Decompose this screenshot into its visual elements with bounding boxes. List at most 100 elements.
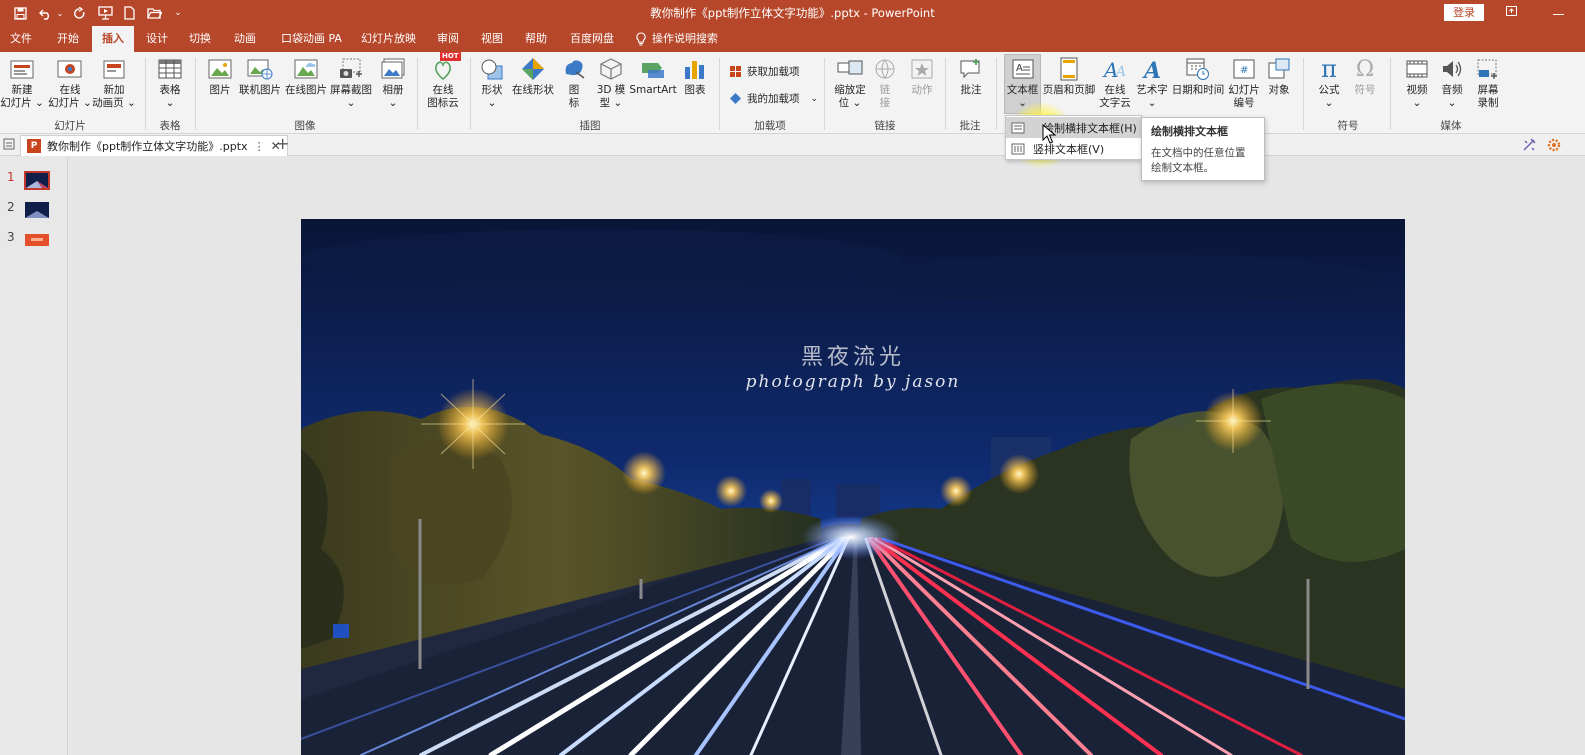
online-slides-button[interactable]: 在线 幻灯片 ⌄ — [48, 56, 92, 110]
new-animation-page-button[interactable]: 新加 动画页 ⌄ — [92, 56, 136, 110]
tab-file[interactable]: 文件 — [10, 26, 32, 52]
picture-button[interactable]: 图片 — [203, 56, 237, 97]
zoom-button[interactable]: 缩放定 位 ⌄ — [831, 56, 869, 110]
settings-gear-icon[interactable] — [1546, 137, 1562, 156]
wordart-button[interactable]: A 艺术字 ⌄ — [1134, 56, 1170, 110]
textbox-icon: A — [1010, 56, 1036, 82]
tab-view[interactable]: 视图 — [481, 26, 503, 52]
web-picture-button[interactable]: 在线图片 — [284, 56, 328, 97]
online-picture-button[interactable]: 联机图片 — [238, 56, 282, 97]
tab-pocket-animation[interactable]: 口袋动画 PA — [281, 26, 342, 52]
slide-thumbnail-2[interactable] — [25, 202, 49, 218]
picture-icon — [207, 56, 233, 82]
photo-album-icon — [380, 56, 406, 82]
table-button[interactable]: 表格 ⌄ — [152, 56, 188, 110]
svg-text:#: # — [1240, 65, 1248, 76]
tab-review[interactable]: 审阅 — [437, 26, 459, 52]
online-picture-icon — [247, 56, 273, 82]
tab-animations[interactable]: 动画 — [234, 26, 256, 52]
powerpoint-file-icon: P — [27, 139, 41, 153]
slide-thumbnail-pane: 1 2 3 — [0, 156, 68, 755]
slide-number-button[interactable]: # 幻灯片 编号 — [1227, 56, 1261, 110]
new-tab-icon[interactable]: + — [276, 135, 289, 153]
tab-home[interactable]: 开始 — [57, 26, 79, 52]
group-label-media: 媒体 — [1440, 120, 1462, 132]
tooltip-description: 在文档中的任意位置绘制文本框。 — [1151, 147, 1246, 174]
group-label-table: 表格 — [159, 120, 181, 132]
svg-text:A: A — [1016, 63, 1023, 74]
film-icon — [1404, 56, 1430, 82]
tab-slideshow[interactable]: 幻灯片放映 — [361, 26, 416, 52]
thumbnail-number: 1 — [7, 170, 15, 184]
smartart-button[interactable]: SmartArt — [629, 56, 677, 97]
group-label-images: 图像 — [294, 120, 316, 132]
group-label-comments: 批注 — [959, 120, 981, 132]
slide-subtitle[interactable]: photograph by jason — [301, 372, 1405, 392]
group-label-links: 链接 — [874, 120, 896, 132]
tab-design[interactable]: 设计 — [146, 26, 168, 52]
online-shapes-button[interactable]: 在线形状 — [510, 56, 556, 97]
action-button[interactable]: 动作 — [906, 56, 938, 97]
omega-icon: Ω — [1355, 56, 1375, 82]
tab-list-icon[interactable] — [3, 138, 15, 153]
minimize-icon[interactable] — [1544, 2, 1572, 22]
ribbon-display-options-icon[interactable] — [1497, 2, 1525, 22]
header-footer-button[interactable]: 页眉和页脚 — [1042, 56, 1096, 97]
draw-vertical-textbox-item[interactable]: 竖排文本框(V) — [1006, 138, 1141, 159]
new-slide-button[interactable]: 新建 幻灯片 ⌄ — [0, 56, 44, 110]
ribbon: 新建 幻灯片 ⌄ 在线 幻灯片 ⌄ 新加 动画页 ⌄ 幻灯片 表格 ⌄ 表格 图… — [0, 52, 1585, 134]
tab-tools-icon[interactable] — [1521, 137, 1537, 156]
icon-cloud-icon: HOT — [430, 52, 461, 82]
icons-button[interactable]: 图 标 — [560, 56, 588, 110]
online-wordcloud-button[interactable]: AA 在线 文字云 — [1097, 56, 1133, 110]
tooltip-title: 绘制横排文本框 — [1151, 125, 1228, 138]
tab-help[interactable]: 帮助 — [525, 26, 547, 52]
zoom-icon — [837, 56, 863, 82]
wordart-icon: A — [1139, 56, 1165, 82]
title-bar: ⌄ ⌄ 教你制作《ppt制作立体文字功能》.pptx - PowerPoint … — [0, 0, 1585, 26]
equation-button[interactable]: π 公式 ⌄ — [1314, 56, 1344, 110]
get-addins-button[interactable]: 获取加载项 — [729, 64, 800, 79]
vertical-textbox-icon — [1011, 143, 1025, 154]
shapes-button[interactable]: 形状 ⌄ — [476, 56, 508, 110]
video-button[interactable]: 视频 ⌄ — [1402, 56, 1432, 110]
slide-thumbnail-3[interactable] — [25, 232, 49, 248]
comment-button[interactable]: 批注 — [955, 56, 987, 97]
draw-horizontal-textbox-item[interactable]: 绘制横排文本框(H) — [1006, 117, 1141, 138]
slide-canvas[interactable]: 黑夜流光 photograph by jason — [301, 219, 1405, 755]
group-label-addins: 加载项 — [754, 120, 786, 132]
my-addins-button[interactable]: 我的加载项 ⌄ — [729, 91, 818, 106]
online-shapes-icon — [520, 56, 546, 82]
tooltip: 绘制横排文本框 在文档中的任意位置绘制文本框。 — [1141, 117, 1265, 181]
ribbon-tabs: 文件 开始 插入 设计 切换 动画 口袋动画 PA 幻灯片放映 审阅 视图 帮助… — [0, 26, 1585, 52]
thumbnail-number: 2 — [7, 200, 15, 214]
photo-album-button[interactable]: 相册 ⌄ — [376, 56, 410, 110]
document-tab-menu-icon[interactable]: ⋮ — [254, 140, 265, 153]
table-icon — [157, 56, 183, 82]
screenshot-button[interactable]: 屏幕截图 ⌄ — [329, 56, 373, 110]
document-tab[interactable]: P 教你制作《ppt制作立体文字功能》.pptx ⋮ ✕ — [20, 135, 288, 156]
3d-models-button[interactable]: 3D 模 型 ⌄ — [594, 56, 628, 110]
slide-title[interactable]: 黑夜流光 — [301, 339, 1405, 371]
tell-me-search[interactable]: 操作说明搜索 — [636, 26, 718, 52]
screen-recording-button[interactable]: 屏幕 录制 — [1472, 56, 1504, 110]
audio-button[interactable]: 音频 ⌄ — [1437, 56, 1467, 110]
slide-thumbnail-1[interactable] — [24, 171, 50, 190]
login-button[interactable]: 登录 — [1444, 4, 1484, 21]
object-button[interactable]: 对象 — [1264, 56, 1294, 97]
tab-transitions[interactable]: 切换 — [189, 26, 211, 52]
tab-baidu-netdisk[interactable]: 百度网盘 — [570, 26, 614, 52]
online-icon-cloud-button[interactable]: HOT 在线 图标云 — [424, 52, 462, 110]
date-time-button[interactable]: 日期和时间 — [1170, 56, 1226, 97]
symbol-button[interactable]: Ω 符号 — [1350, 56, 1380, 97]
3d-cube-icon — [598, 56, 624, 82]
my-addins-dropdown-icon[interactable]: ⌄ — [811, 94, 819, 104]
tab-insert[interactable]: 插入 — [92, 26, 134, 52]
comment-icon — [958, 56, 984, 82]
chart-button[interactable]: 图表 — [680, 56, 710, 97]
document-tab-title: 教你制作《ppt制作立体文字功能》.pptx — [47, 140, 248, 153]
object-icon — [1266, 56, 1292, 82]
link-button[interactable]: 链 接 — [871, 56, 899, 110]
horizontal-textbox-icon — [1011, 122, 1025, 133]
hot-badge: HOT — [440, 52, 461, 61]
